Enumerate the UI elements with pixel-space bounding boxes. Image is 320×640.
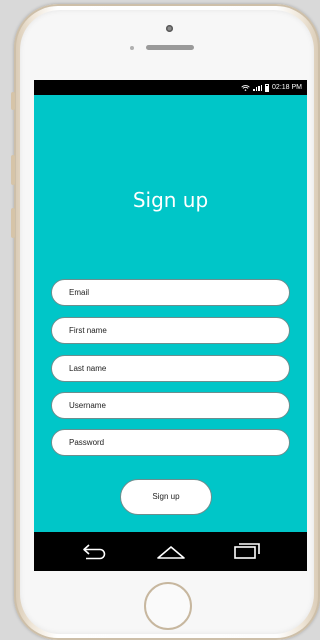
android-nav-bar bbox=[34, 532, 307, 571]
page-title: Sign up bbox=[132, 188, 209, 212]
password-field[interactable] bbox=[51, 429, 290, 456]
proximity-sensor bbox=[130, 46, 134, 50]
signal-icon bbox=[253, 84, 263, 91]
first-name-input[interactable] bbox=[69, 326, 269, 335]
last-name-field[interactable] bbox=[51, 355, 290, 382]
status-bar: 02:18 PM bbox=[34, 80, 307, 95]
volume-up-button bbox=[11, 155, 15, 185]
status-time: 02:18 PM bbox=[272, 84, 302, 91]
home-button[interactable] bbox=[144, 582, 192, 630]
back-icon[interactable] bbox=[80, 542, 110, 560]
battery-icon bbox=[265, 83, 270, 92]
home-icon[interactable] bbox=[156, 542, 186, 560]
username-input[interactable] bbox=[69, 401, 269, 410]
first-name-field[interactable] bbox=[51, 317, 290, 344]
recent-apps-icon[interactable] bbox=[232, 542, 262, 560]
last-name-input[interactable] bbox=[69, 364, 269, 373]
wifi-icon bbox=[241, 84, 250, 91]
username-field[interactable] bbox=[51, 392, 290, 419]
sign-up-button[interactable]: Sign up bbox=[120, 479, 212, 515]
password-input[interactable] bbox=[69, 438, 269, 447]
front-camera bbox=[166, 25, 173, 32]
app-screen: 02:18 PM Sign up Sign up bbox=[34, 80, 307, 571]
email-field[interactable] bbox=[51, 279, 290, 306]
volume-down-button bbox=[11, 208, 15, 238]
email-input[interactable] bbox=[69, 288, 269, 297]
earpiece-speaker bbox=[146, 45, 194, 50]
mute-switch bbox=[11, 92, 15, 110]
